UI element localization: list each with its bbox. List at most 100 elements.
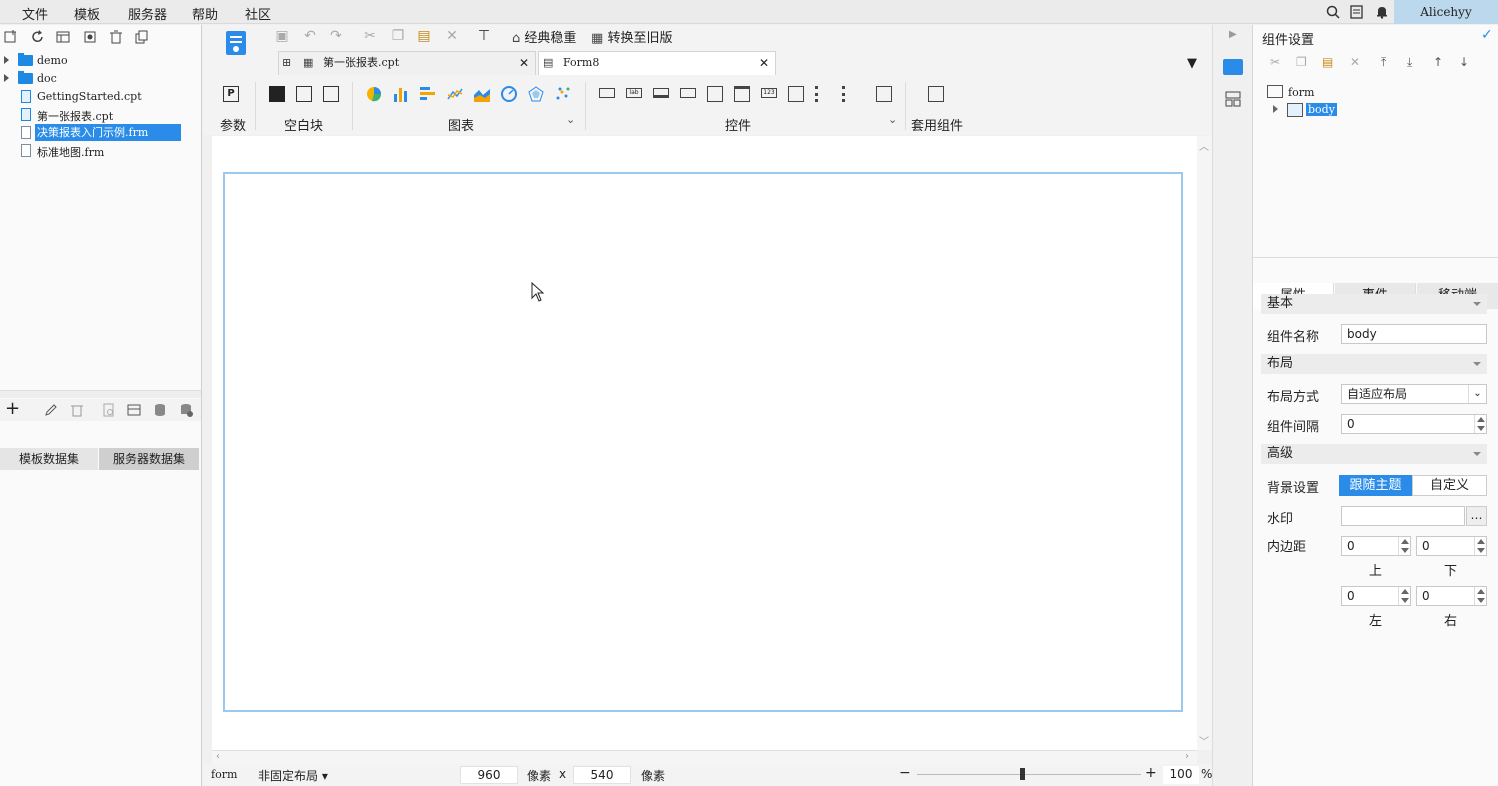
bar-chart-icon[interactable] — [393, 86, 409, 102]
expand-arrow-icon[interactable] — [4, 74, 9, 82]
height-input[interactable]: 540 — [573, 766, 631, 784]
area-chart-icon[interactable] — [474, 86, 490, 102]
redo-icon[interactable]: ↷ — [328, 28, 344, 44]
pie-chart-icon[interactable] — [366, 86, 382, 102]
text-tool-icon[interactable]: ⊤ — [476, 28, 492, 44]
stepper-icon[interactable] — [1398, 587, 1410, 605]
database-icon[interactable] — [153, 403, 167, 417]
tree-node-form[interactable]: form — [1288, 86, 1314, 99]
menu-template[interactable]: 模板 — [74, 4, 100, 23]
move-bottom-icon[interactable]: ⤓ — [1407, 55, 1412, 70]
padding-right-input[interactable]: 0 — [1416, 586, 1487, 606]
paste-icon[interactable]: ▤ — [416, 28, 432, 44]
template-theme-icon[interactable] — [224, 30, 248, 64]
edit-icon[interactable] — [44, 403, 58, 417]
width-input[interactable]: 960 — [460, 766, 518, 784]
absolute-block-icon[interactable] — [269, 86, 285, 102]
zoom-slider[interactable] — [917, 774, 1141, 775]
tab-template-dataset[interactable]: 模板数据集 — [0, 448, 98, 470]
horizontal-scrollbar[interactable]: ‹ › — [212, 750, 1197, 764]
tree-item-doc[interactable]: doc — [0, 70, 200, 88]
delete-icon[interactable] — [70, 403, 84, 417]
expand-arrow-icon[interactable] — [4, 56, 9, 64]
split-block-icon[interactable] — [296, 86, 312, 102]
user-menu[interactable]: Alicehyy — [1394, 0, 1498, 24]
delete-icon[interactable] — [109, 30, 123, 44]
copy-icon[interactable]: ❐ — [1296, 55, 1307, 69]
textbox-widget-icon[interactable] — [653, 88, 669, 98]
chart-expand-icon[interactable]: ⌄ — [566, 113, 575, 126]
form-body[interactable] — [223, 172, 1183, 712]
zoom-out-icon[interactable]: − — [899, 765, 911, 781]
delete-icon[interactable]: ✕ — [1350, 55, 1360, 69]
param-icon[interactable]: P — [223, 86, 239, 102]
cut-icon[interactable]: ✂ — [1270, 55, 1280, 69]
tab-form8[interactable]: ▤ Form8 ✕ — [538, 51, 776, 75]
watermark-input[interactable] — [1341, 506, 1465, 526]
checkbox-group-icon[interactable] — [707, 86, 723, 102]
radar-chart-icon[interactable] — [528, 86, 544, 102]
menu-help[interactable]: 帮助 — [192, 4, 218, 23]
settings-icon[interactable] — [83, 30, 97, 44]
tree-node-body[interactable]: body — [1306, 103, 1337, 116]
preview-icon[interactable] — [102, 403, 116, 417]
padding-left-input[interactable]: 0 — [1341, 586, 1411, 606]
section-layout[interactable]: 布局 — [1261, 354, 1487, 374]
tab-block-icon[interactable] — [323, 86, 339, 102]
convert-legacy-button[interactable]: ▦ 转换至旧版 — [591, 27, 672, 46]
custom-background-button[interactable]: 自定义 — [1412, 475, 1487, 496]
layout-mode-select[interactable]: 非固定布局 ▾ — [258, 767, 328, 784]
menu-server[interactable]: 服务器 — [128, 4, 167, 23]
tree-item-decision-demo[interactable]: 决策报表入门示例.frm — [0, 124, 200, 142]
cut-icon[interactable]: ✂ — [362, 28, 378, 44]
component-package-icon[interactable] — [928, 86, 944, 102]
copy-icon[interactable] — [135, 30, 149, 44]
copy-icon[interactable]: ❐ — [390, 28, 406, 44]
save-icon[interactable]: ▣ — [274, 28, 290, 44]
date-widget-icon[interactable] — [734, 86, 750, 102]
splitter[interactable] — [0, 390, 201, 398]
stepper-icon[interactable] — [1398, 537, 1410, 555]
dropdown-widget-icon[interactable] — [680, 88, 696, 98]
radio-group-icon[interactable] — [815, 86, 831, 102]
tab-server-dataset[interactable]: 服务器数据集 — [99, 448, 199, 470]
tree-item-standard-map[interactable]: 标准地图.frm — [0, 142, 200, 160]
section-basic[interactable]: 基本 — [1261, 294, 1487, 314]
undo-icon[interactable]: ↶ — [302, 28, 318, 44]
widget-expand-icon[interactable]: ⌄ — [888, 113, 897, 126]
tree-item-demo[interactable]: demo — [0, 52, 200, 70]
tree-item-first-report[interactable]: 第一张报表.cpt — [0, 106, 200, 124]
padding-top-input[interactable]: 0 — [1341, 536, 1411, 556]
menu-community[interactable]: 社区 — [245, 4, 271, 23]
component-name-input[interactable]: body — [1341, 324, 1487, 344]
move-up-icon[interactable]: ↑ — [1433, 55, 1443, 69]
zoom-slider-thumb[interactable] — [1020, 768, 1025, 780]
component-gap-input[interactable]: 0 — [1341, 414, 1487, 434]
expand-arrow-icon[interactable] — [1273, 105, 1278, 113]
refresh-icon[interactable] — [31, 30, 45, 44]
zoom-input[interactable]: 100 — [1163, 766, 1199, 784]
pin-icon[interactable]: ✓ — [1481, 27, 1493, 43]
tab-first-report[interactable]: ⊞ ▦ 第一张报表.cpt ✕ — [278, 51, 536, 75]
component-settings-dock-icon[interactable] — [1223, 59, 1243, 75]
horizontal-bar-icon[interactable] — [420, 86, 436, 102]
tree-item-gettingstarted[interactable]: GettingStarted.cpt — [0, 88, 200, 106]
vertical-scrollbar[interactable]: ︿ ﹀ — [1197, 136, 1212, 750]
collapse-arrow-icon[interactable]: ▶ — [1229, 29, 1237, 40]
notes-icon[interactable] — [1350, 5, 1364, 19]
menu-file[interactable]: 文件 — [22, 4, 48, 23]
new-file-icon[interactable] — [4, 30, 18, 44]
padding-bottom-input[interactable]: 0 — [1416, 536, 1487, 556]
move-down-icon[interactable]: ↓ — [1459, 55, 1469, 69]
text-widget-icon[interactable]: lab — [626, 88, 642, 98]
label-widget-icon[interactable] — [599, 88, 615, 98]
clear-icon[interactable]: ✕ — [444, 28, 460, 44]
layout-mode-select[interactable]: 自适应布局 ⌄ — [1341, 384, 1487, 404]
template-icon[interactable] — [56, 30, 70, 44]
scatter-chart-icon[interactable] — [555, 86, 571, 102]
tab-list-icon[interactable]: ▼ — [1187, 56, 1197, 71]
more-icon[interactable]: … — [1466, 506, 1487, 526]
close-icon[interactable]: ✕ — [519, 52, 529, 74]
paste-icon[interactable]: ▤ — [1322, 55, 1333, 69]
component-library-dock-icon[interactable] — [1225, 91, 1241, 107]
